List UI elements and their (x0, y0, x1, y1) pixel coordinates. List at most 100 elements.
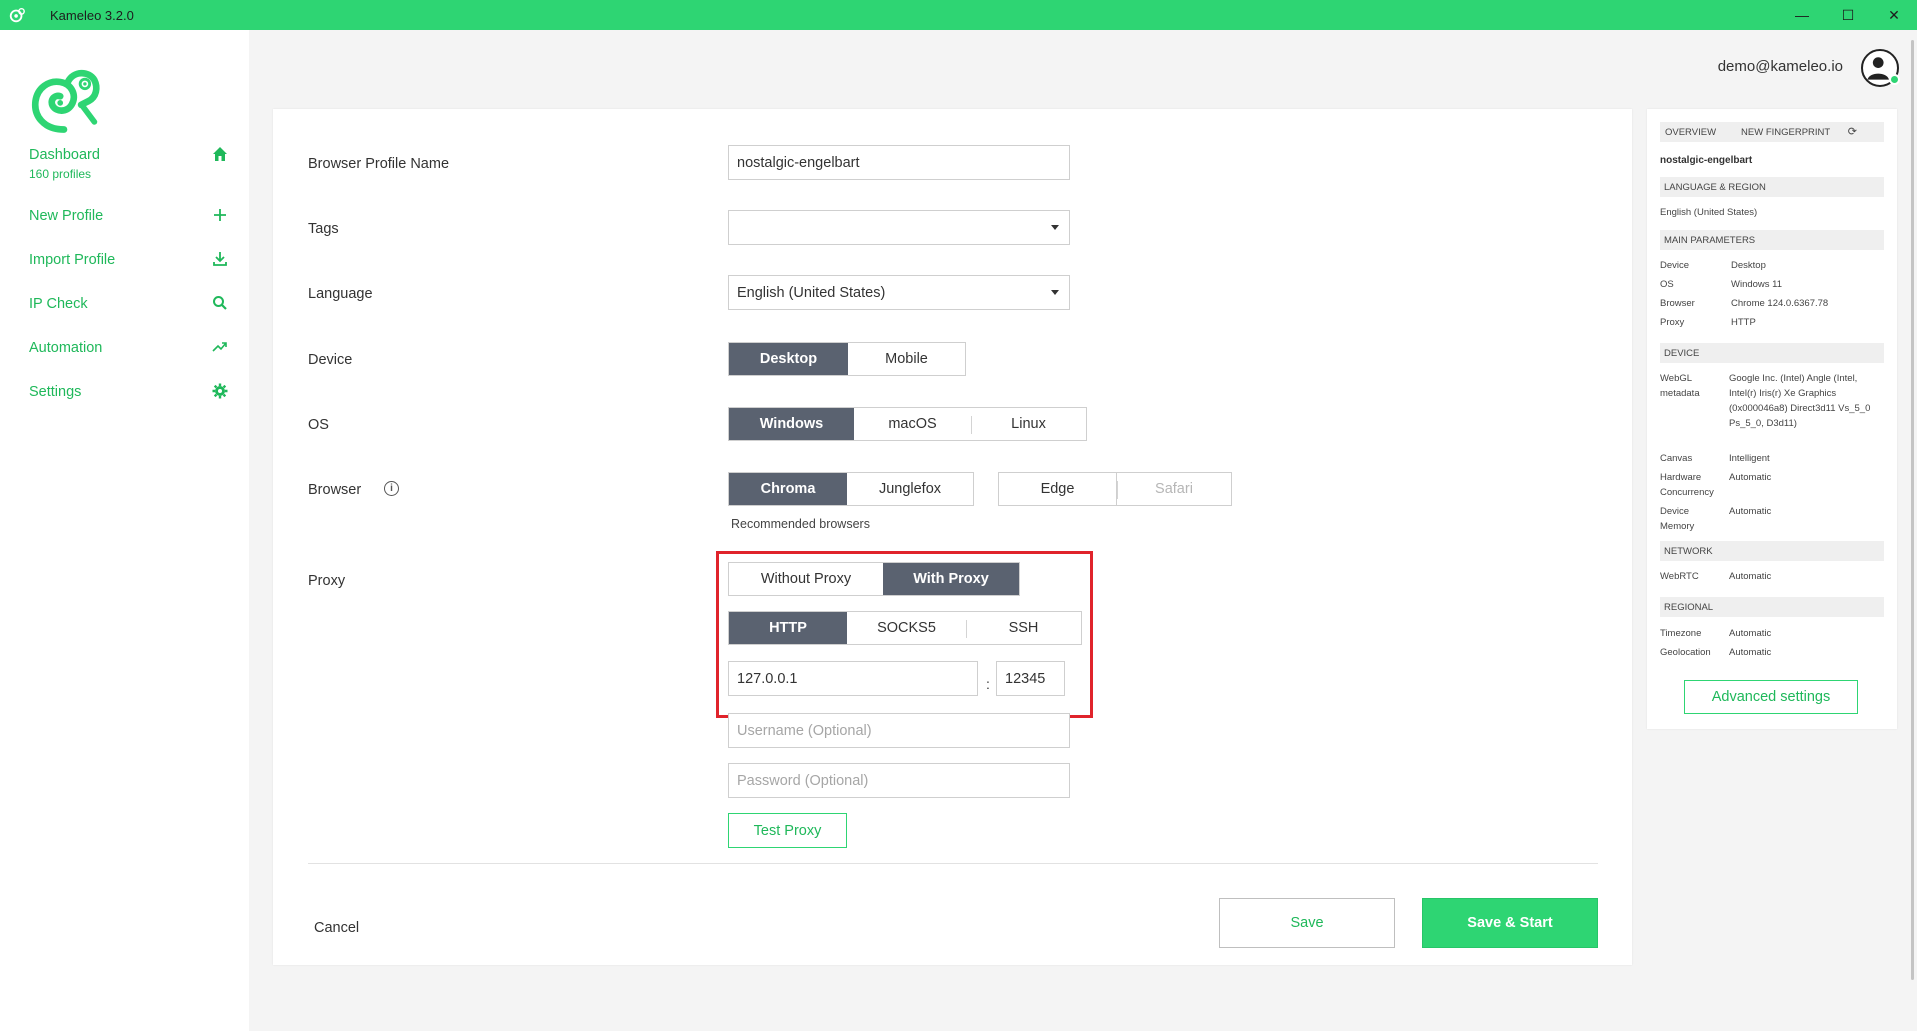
overview-language: English (United States) (1660, 207, 1758, 218)
browser-edge-button[interactable]: Edge (999, 473, 1116, 505)
browser-recommended-toggle: Chroma Junglefox (728, 472, 974, 506)
trend-icon (212, 342, 227, 352)
proxy-password-input[interactable]: Password (Optional) (728, 763, 1070, 798)
refresh-icon[interactable]: ⟳ (1848, 125, 1857, 138)
param-value: Desktop (1731, 260, 1766, 271)
param-key: Device (1660, 260, 1690, 271)
canvas-key: Canvas (1660, 453, 1693, 464)
tab-overview[interactable]: OVERVIEW (1665, 127, 1716, 138)
sidebar-item-label: New Profile (29, 208, 104, 224)
overview-profile-name: nostalgic-engelbart (1660, 155, 1753, 166)
profile-name-label: Browser Profile Name (308, 156, 450, 172)
profile-count: 160 profiles (29, 167, 92, 181)
browser-safari-button[interactable]: Safari (1116, 473, 1231, 505)
language-value: English (United States) (737, 284, 886, 301)
param-value: HTTP (1731, 317, 1756, 328)
section-regional: REGIONAL (1660, 597, 1884, 617)
proxy-label: Proxy (308, 573, 346, 589)
timezone-value: Automatic (1729, 628, 1772, 639)
plus-icon (214, 209, 226, 221)
chevron-down-icon (1051, 225, 1059, 230)
geolocation-value: Automatic (1729, 647, 1772, 658)
param-key: Proxy (1660, 317, 1685, 328)
browser-other-toggle: Edge Safari (998, 472, 1232, 506)
geolocation-key: Geolocation (1660, 647, 1711, 658)
os-macos-button[interactable]: macOS (854, 408, 971, 440)
save-button[interactable]: Save (1219, 898, 1395, 948)
sidebar-item-new-profile[interactable]: New Profile (29, 202, 229, 230)
close-button[interactable]: ✕ (1871, 0, 1917, 30)
sidebar-item-label: Import Profile (29, 252, 116, 268)
section-network: NETWORK (1660, 541, 1884, 561)
overview-panel: OVERVIEW NEW FINGERPRINT ⟳ nostalgic-eng… (1647, 109, 1897, 729)
section-language-region: LANGUAGE & REGION (1660, 177, 1884, 197)
tab-new-fingerprint[interactable]: NEW FINGERPRINT (1741, 127, 1830, 138)
scrollbar[interactable] (1911, 40, 1914, 980)
profile-name-input[interactable]: nostalgic-engelbart (728, 145, 1070, 180)
sidebar-item-ip-check[interactable]: IP Check (29, 290, 229, 318)
info-icon[interactable]: i (384, 481, 399, 496)
device-label: Device (308, 352, 353, 368)
tags-label: Tags (308, 221, 339, 237)
param-key: Browser (1660, 298, 1695, 309)
sidebar-item-label: Settings (29, 384, 82, 400)
chevron-down-icon (1051, 290, 1059, 295)
sidebar-item-automation[interactable]: Automation (29, 334, 229, 362)
form-divider (308, 863, 1598, 864)
browser-chroma-button[interactable]: Chroma (729, 473, 847, 505)
sidebar-item-import-profile[interactable]: Import Profile (29, 246, 229, 274)
test-proxy-button[interactable]: Test Proxy (728, 813, 847, 848)
minimize-button[interactable]: — (1779, 0, 1825, 30)
os-windows-button[interactable]: Windows (729, 408, 854, 440)
sidebar-item-dashboard[interactable]: Dashboard (29, 141, 229, 169)
os-label: OS (308, 417, 329, 433)
sidebar-item-settings[interactable]: Settings (29, 378, 229, 406)
sidebar: Dashboard 160 profiles New Profile Impor… (0, 30, 249, 1031)
language-select[interactable]: English (United States) (728, 275, 1070, 310)
device-desktop-button[interactable]: Desktop (729, 343, 848, 375)
highlight-box (716, 551, 1093, 718)
device-memory-key: Device Memory (1660, 506, 1695, 532)
hw-concurrency-value: Automatic (1729, 472, 1772, 483)
os-toggle: Windows macOS Linux (728, 407, 1087, 441)
section-main-parameters: MAIN PARAMETERS (1660, 230, 1884, 250)
language-label: Language (308, 286, 373, 302)
sidebar-item-label: IP Check (29, 296, 88, 312)
param-value: Windows 11 (1731, 279, 1783, 290)
webrtc-value: Automatic (1729, 571, 1772, 582)
recommended-browsers-caption: Recommended browsers (731, 517, 870, 531)
user-email[interactable]: demo@kameleo.io (1718, 58, 1843, 75)
timezone-key: Timezone (1660, 628, 1702, 639)
device-mobile-button[interactable]: Mobile (848, 343, 965, 375)
canvas-value: Intelligent (1729, 453, 1770, 464)
webgl-value: Google Inc. (Intel) Angle (Intel, Intel(… (1729, 373, 1871, 429)
os-linux-button[interactable]: Linux (971, 408, 1086, 440)
kameleo-app-icon (9, 7, 25, 23)
online-status-dot (1889, 74, 1900, 85)
proxy-username-input[interactable]: Username (Optional) (728, 713, 1070, 748)
tags-select[interactable] (728, 210, 1070, 245)
device-memory-value: Automatic (1729, 506, 1772, 517)
overview-tabs: OVERVIEW NEW FINGERPRINT ⟳ (1660, 122, 1884, 142)
home-icon (213, 147, 227, 161)
advanced-settings-button[interactable]: Advanced settings (1684, 680, 1858, 714)
kameleo-logo (31, 69, 100, 133)
window-title: Kameleo 3.2.0 (50, 7, 134, 23)
title-bar: Kameleo 3.2.0 — ☐ ✕ (0, 0, 1917, 30)
browser-junglefox-button[interactable]: Junglefox (847, 473, 973, 505)
sidebar-item-label: Automation (29, 340, 103, 356)
param-key: OS (1660, 279, 1674, 290)
save-and-start-button[interactable]: Save & Start (1422, 898, 1598, 948)
gear-icon (212, 383, 228, 399)
maximize-button[interactable]: ☐ (1825, 0, 1871, 30)
hw-concurrency-key: Hardware Concurrency (1660, 472, 1714, 498)
browser-label: Browser (308, 482, 362, 498)
param-value: Chrome 124.0.6367.78 (1731, 298, 1829, 309)
section-device: DEVICE (1660, 343, 1884, 363)
download-icon (213, 252, 227, 266)
cancel-button[interactable]: Cancel (314, 920, 359, 936)
search-icon (213, 296, 227, 310)
device-toggle: Desktop Mobile (728, 342, 966, 376)
profile-form-card: Browser Profile Name nostalgic-engelbart… (273, 109, 1632, 965)
sidebar-item-label: Dashboard (29, 147, 100, 163)
